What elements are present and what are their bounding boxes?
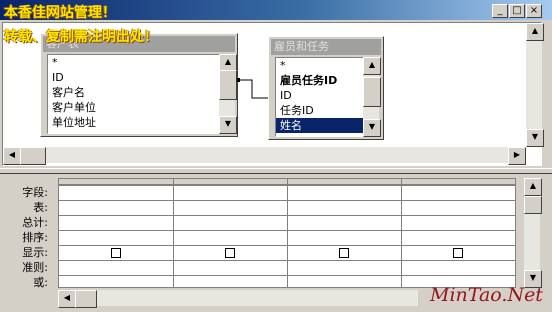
- scroll-thumb[interactable]: [219, 70, 237, 100]
- field-list-scrollbar[interactable]: ▲ ▼: [363, 57, 381, 137]
- overlay-line-2: 转载、复制需注明出处！: [4, 29, 158, 45]
- query-design-grid[interactable]: [58, 178, 516, 288]
- scroll-thumb[interactable]: [75, 290, 97, 308]
- watermark-text: MinTao.Net: [430, 284, 543, 306]
- row-label-field: 字段:: [22, 186, 48, 199]
- field-item[interactable]: *: [276, 58, 364, 73]
- design-pane-hscrollbar[interactable]: ◀ ▶: [3, 147, 526, 165]
- field-item[interactable]: 任务ID: [276, 103, 364, 118]
- close-button[interactable]: ×: [526, 4, 542, 18]
- join-line[interactable]: [236, 70, 272, 104]
- field-item[interactable]: 客户名: [48, 85, 220, 100]
- field-item[interactable]: ID: [276, 88, 364, 103]
- field-item[interactable]: ID: [48, 70, 220, 85]
- scroll-down-arrow-icon[interactable]: ▼: [526, 129, 544, 147]
- design-pane-vscrollbar[interactable]: ▲ ▼: [526, 23, 544, 147]
- table-title[interactable]: 雇员和任务: [271, 39, 381, 55]
- table-box-customers[interactable]: 客户表 * ID 客户名 客户单位 单位地址 ▲ ▼: [40, 33, 238, 137]
- show-checkbox[interactable]: [225, 248, 235, 258]
- field-list-scrollbar[interactable]: ▲ ▼: [219, 54, 237, 134]
- field-item[interactable]: 客户单位: [48, 100, 220, 115]
- scroll-down-arrow-icon[interactable]: ▼: [363, 119, 381, 137]
- row-label-show: 显示:: [22, 246, 48, 259]
- scroll-left-arrow-icon[interactable]: ◀: [58, 290, 76, 308]
- table-box-employee-tasks[interactable]: 雇员和任务 * 雇员任务ID ID 任务ID 姓名 ▲ ▼: [268, 36, 384, 140]
- show-checkbox[interactable]: [453, 248, 463, 258]
- maximize-button[interactable]: □: [509, 4, 525, 18]
- scroll-thumb[interactable]: [524, 196, 542, 214]
- row-label-or: 或:: [33, 276, 48, 289]
- scroll-up-arrow-icon[interactable]: ▲: [526, 23, 544, 41]
- show-checkbox[interactable]: [339, 248, 349, 258]
- pane-splitter[interactable]: [0, 168, 552, 174]
- field-item[interactable]: *: [48, 55, 220, 70]
- field-item[interactable]: 单位地址: [48, 115, 220, 130]
- scroll-up-arrow-icon[interactable]: ▲: [524, 178, 542, 196]
- overlay-line-1: 本香佳网站管理！: [4, 5, 116, 21]
- field-list[interactable]: * 雇员任务ID ID 任务ID 姓名: [275, 57, 365, 137]
- row-label-table: 表:: [33, 201, 48, 214]
- scroll-down-arrow-icon[interactable]: ▼: [219, 116, 237, 134]
- row-label-sort: 排序:: [22, 231, 48, 244]
- minimize-button[interactable]: _: [492, 4, 508, 18]
- scroll-left-arrow-icon[interactable]: ◀: [3, 147, 21, 165]
- grid-hscrollbar[interactable]: ◀: [58, 290, 418, 308]
- row-label-total: 总计:: [22, 216, 48, 229]
- scroll-thumb[interactable]: [20, 147, 46, 165]
- field-item-key[interactable]: 雇员任务ID: [276, 73, 364, 88]
- scroll-thumb[interactable]: [363, 77, 381, 107]
- field-list[interactable]: * ID 客户名 客户单位 单位地址: [47, 54, 221, 134]
- field-item-selected[interactable]: 姓名: [276, 118, 364, 133]
- scroll-right-arrow-icon[interactable]: ▶: [508, 147, 526, 165]
- show-checkbox[interactable]: [111, 248, 121, 258]
- scroll-up-arrow-icon[interactable]: ▲: [363, 57, 381, 75]
- row-label-criteria: 准则:: [22, 261, 48, 274]
- grid-vscrollbar[interactable]: ▲ ▼: [524, 178, 542, 288]
